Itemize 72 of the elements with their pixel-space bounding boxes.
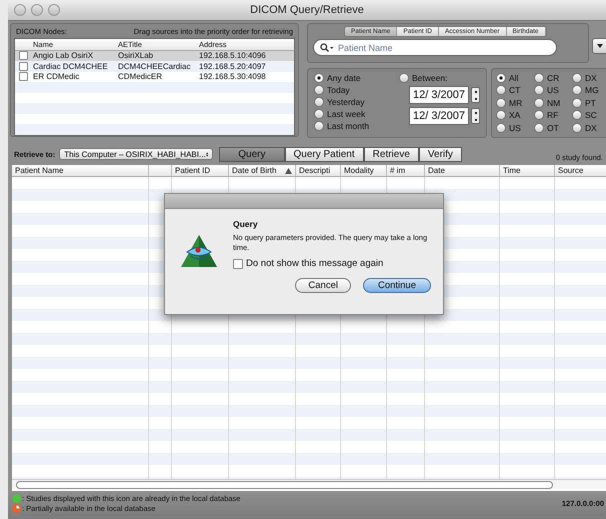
radio-option[interactable]: SC (572, 110, 602, 121)
checkbox[interactable] (19, 72, 28, 82)
node-row[interactable]: Angio Lab OsiriX OsiriXLab 192.168.5.10:4096 (15, 50, 294, 61)
date-field[interactable]: 12/ 3/2007 (409, 107, 469, 125)
window-title: DICOM Query/Retrieve (250, 4, 364, 16)
scrollbar-thumb[interactable] (16, 481, 553, 489)
radio-option[interactable]: Between: (399, 72, 480, 83)
radio-option[interactable]: US (496, 122, 534, 134)
column-header[interactable]: # im (387, 165, 425, 176)
node-name: Cardiac DCM4CHEE (33, 62, 109, 71)
column-header[interactable]: Modality (341, 165, 387, 176)
stepper[interactable] (471, 87, 480, 103)
radio-option[interactable]: XA (496, 110, 534, 121)
column-header[interactable]: Descripti (296, 165, 341, 176)
node-address: 192.168.5.10:4096 (199, 51, 267, 60)
dialog-title: Query (233, 219, 259, 229)
column-header[interactable]: Time (500, 165, 555, 176)
node-address: 192.168.5.20:4097 (199, 62, 267, 71)
action-button[interactable]: Query Patient (284, 146, 364, 162)
column-header[interactable]: Source (555, 165, 606, 176)
radio-option[interactable]: All (496, 72, 534, 83)
stepper-arrows-icon (206, 150, 208, 158)
radio-option[interactable]: Today (314, 84, 389, 95)
pie-icon (12, 504, 21, 512)
checkbox[interactable] (19, 51, 28, 60)
radio-option[interactable]: MG (572, 84, 602, 96)
zoom-button[interactable] (48, 4, 60, 16)
column-header[interactable]: Date (425, 165, 500, 176)
node-aetitle: OsiriXLab (118, 51, 154, 60)
node-name: Angio Lab OsiriX (33, 51, 94, 60)
radio-option[interactable]: Last month (314, 120, 389, 131)
action-button[interactable]: Retrieve (364, 146, 419, 162)
close-button[interactable] (14, 4, 26, 16)
node-row[interactable]: Cardiac DCM4CHEE DCM4CHEECardiac 192.168.5.20:4097 (15, 61, 294, 72)
radio-option[interactable]: RF (534, 110, 572, 121)
node-row[interactable]: ER CDMedic CDMedicER 192.168.5.30:4098 (15, 72, 294, 82)
node-name: ER CDMedic (33, 72, 80, 82)
dialog-button[interactable]: Cancel (295, 278, 351, 293)
action-button[interactable]: Verify (418, 146, 462, 162)
caret-icon (597, 44, 603, 48)
destination-popup[interactable]: This Computer – OSIRIX_HABI_HABI... (59, 148, 214, 160)
checkbox-option[interactable]: Do not show this message again (233, 258, 433, 269)
sort-icon (285, 168, 292, 174)
radio-option[interactable]: MR (496, 97, 534, 108)
node-aetitle: CDMedicER (118, 72, 164, 82)
search-icon (320, 43, 334, 52)
action-button[interactable]: Query (219, 146, 284, 162)
checkbox[interactable] (19, 62, 28, 71)
radio-option[interactable]: OT (534, 122, 572, 134)
search-field[interactable]: Patient Name (313, 39, 557, 56)
date-field[interactable]: 12/ 3/2007 (409, 86, 469, 104)
minimize-button[interactable] (31, 4, 43, 16)
node-aetitle: DCM4CHEECardiac (118, 62, 192, 71)
radio-option[interactable]: Any date (314, 72, 389, 83)
column-header[interactable]: Patient Name (12, 165, 149, 176)
radio-option[interactable]: NM (534, 97, 572, 108)
radio-option[interactable]: CT (496, 84, 534, 96)
pyramid-eye-icon (181, 235, 217, 267)
dialog-button[interactable]: Continue (362, 278, 431, 293)
radio-option[interactable]: Last week (314, 108, 389, 119)
radio-option[interactable]: Yesterday (314, 96, 389, 107)
dot-icon (12, 494, 21, 502)
stepper[interactable] (471, 108, 480, 124)
radio-option[interactable]: DX (572, 122, 602, 134)
column-header[interactable]: Date of Birth (229, 165, 296, 176)
radio-option[interactable]: CR (534, 72, 572, 83)
radio-option[interactable]: US (534, 84, 572, 96)
dropdown-button[interactable] (592, 38, 606, 54)
column-header[interactable]: Patient ID (172, 165, 229, 176)
node-address: 192.168.5.30:4098 (199, 72, 267, 82)
radio-option[interactable]: DX (572, 72, 602, 83)
radio-option[interactable]: PT (572, 97, 602, 108)
